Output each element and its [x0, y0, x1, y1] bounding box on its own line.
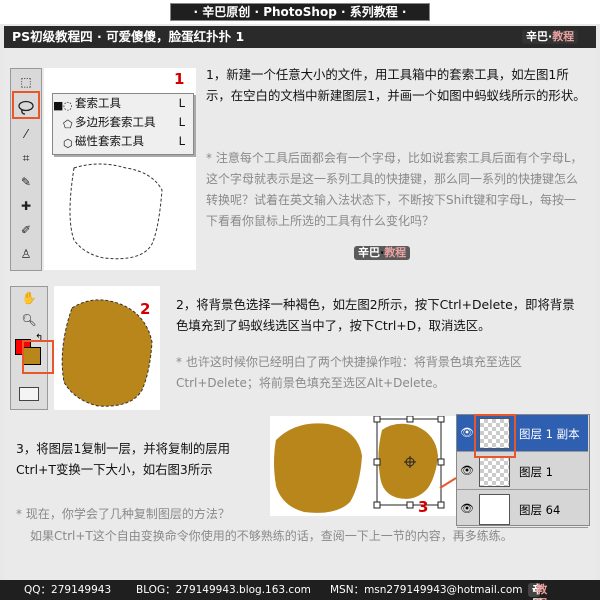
layer-name: 图层 64: [519, 503, 561, 517]
visibility-eye-icon[interactable]: 👁︎: [460, 464, 474, 477]
figure-number-1: 1: [174, 70, 185, 88]
menu-item-magnetic-lasso[interactable]: ⬡ 磁性套索工具 L: [53, 132, 193, 151]
menu-item-label: 多边形套索工具: [75, 115, 156, 129]
footer-blog[interactable]: BLOG：279149943.blog.163.com: [136, 580, 311, 600]
watermark-text-b: 教程: [552, 30, 575, 43]
step3-note1: * 现在，你学会了几种复制图层的方法？: [16, 507, 230, 521]
visibility-eye-icon[interactable]: 👁︎: [460, 502, 474, 515]
zoom-tool-icon[interactable]: 🔍︎: [20, 311, 38, 329]
lesson-title: PS初级教程四 · 可爱傻傻，脸蛋红扑扑 1: [12, 29, 245, 44]
hand-tool-icon[interactable]: ✋: [20, 289, 38, 307]
step2-note: * 也许这时候你已经明白了两个快捷操作啦：将背景色填充至选区Ctrl+Delet…: [176, 355, 522, 390]
watermark-badge-2: 辛巴·教程: [354, 246, 411, 260]
layer-thumbnail: [479, 494, 510, 525]
footer-brand-b: 教程: [536, 583, 548, 600]
step2-text: 2，将背景色选择一种褐色，如左图2所示，按下Ctrl+Delete，即将背景色填…: [176, 297, 575, 333]
color-highlight-box: [22, 340, 54, 374]
layer-name: 图层 1 副本: [519, 427, 580, 441]
layer-name: 图层 1: [519, 465, 553, 479]
watermark-badge: 辛巴·教程: [522, 30, 579, 44]
top-header: · 辛巴原创 · PhotoShop · 系列教程 ·: [0, 0, 600, 24]
layer-thumbnail: [479, 456, 510, 487]
footer-msn[interactable]: MSN：msn279149943@hotmail.com: [330, 580, 523, 600]
layer-row-64[interactable]: 👁︎ 图层 64: [457, 491, 588, 528]
series-title: · 辛巴原创 · PhotoShop · 系列教程 ·: [170, 3, 430, 21]
content-area: ⬚ ⁄ ⌗ ✎ ✚ ✐ ♙ 1 ■ ◌ 套索工具 L ⬠ 多边形套索工具 L ⬡…: [4, 48, 596, 580]
magic-wand-icon[interactable]: ⁄: [17, 125, 35, 143]
visibility-eye-icon[interactable]: 👁︎: [460, 426, 474, 439]
crop-tool-icon[interactable]: ⌗: [17, 149, 35, 167]
footer-bar: QQ：279149943 BLOG：279149943.blog.163.com…: [0, 580, 600, 600]
copied-shapes-3: [274, 415, 457, 513]
footer-brand: 辛巴·教程: [528, 583, 547, 600]
canvas-3: [270, 415, 458, 516]
watermark-text-a: 辛巴: [526, 30, 548, 43]
eyedropper-icon[interactable]: ✎: [17, 173, 35, 191]
step1-text: 1，新建一个任意大小的文件，用工具箱中的套索工具，如左图1所示，在空白的文档中新…: [206, 67, 586, 103]
lasso-highlight-box: [12, 91, 40, 119]
layer-row-1[interactable]: 👁︎ 图层 1: [457, 453, 588, 490]
watermark-text-a: 辛巴: [358, 246, 380, 259]
marquee-tool-icon[interactable]: ⬚: [17, 73, 35, 91]
figure-number-2: 2: [140, 300, 151, 318]
tutorial-page: { "header": { "title": "· 辛巴原创 · PhotoSh…: [0, 0, 600, 600]
menu-item-lasso[interactable]: ■ ◌ 套索工具 L: [53, 94, 193, 113]
step1-note: * 注意每个工具后面都会有一个字母，比如说套索工具后面有个字母L，这个字母就表示…: [206, 151, 583, 228]
healing-brush-icon[interactable]: ✚: [17, 197, 35, 215]
quick-mask-icon[interactable]: [19, 387, 39, 401]
brush-tool-icon[interactable]: ✐: [17, 221, 35, 239]
menu-item-label: 磁性套索工具: [75, 134, 144, 148]
stamp-tool-icon[interactable]: ♙: [17, 245, 35, 263]
step3-text: 3，将图层1复制一层，并将复制的层用Ctrl+T变换一下大小，如右图3所示: [16, 441, 231, 477]
watermark-text-b: 教程: [384, 246, 407, 259]
step3-note2: 如果Ctrl+T这个自由变换命令你使用的不够熟练的话，查阅一下上一节的内容，再多…: [30, 529, 513, 543]
lesson-title-bar: PS初级教程四 · 可爱傻傻，脸蛋红扑扑 1 辛巴·教程: [4, 26, 596, 48]
lasso-flyout-menu: ■ ◌ 套索工具 L ⬠ 多边形套索工具 L ⬡ 磁性套索工具 L: [52, 93, 194, 155]
layer-thumb-highlight: [474, 414, 516, 458]
footer-qq: QQ：279149943: [24, 584, 112, 596]
menu-item-label: 套索工具: [75, 96, 121, 110]
menu-item-shortcut: L: [178, 96, 185, 110]
menu-item-polygon-lasso[interactable]: ⬠ 多边形套索工具 L: [53, 113, 193, 132]
figure-number-3: 3: [418, 498, 429, 516]
magnetic-lasso-icon: ⬡: [63, 137, 73, 150]
menu-item-shortcut: L: [178, 115, 185, 129]
menu-item-shortcut: L: [178, 134, 185, 148]
